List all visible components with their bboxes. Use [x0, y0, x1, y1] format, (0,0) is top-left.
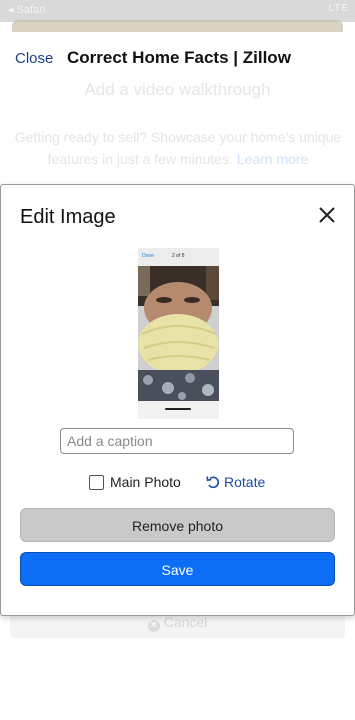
- sheet-header: Close Correct Home Facts | Zillow: [0, 32, 355, 86]
- background-heading: Add a video walkthrough: [84, 80, 271, 99]
- close-link[interactable]: Close: [15, 50, 53, 67]
- status-bar: ◂ Safari LTE: [0, 0, 355, 22]
- save-button[interactable]: Save: [20, 552, 335, 586]
- page-title: Correct Home Facts | Zillow: [67, 48, 291, 67]
- main-photo-checkbox[interactable]: [89, 474, 104, 490]
- rotate-label: Rotate: [224, 474, 266, 490]
- background-body: Getting ready to sell? Showcase your hom…: [8, 126, 348, 170]
- caption-input[interactable]: [60, 428, 294, 454]
- main-photo-option[interactable]: Main Photo: [89, 473, 181, 491]
- cancel-circle-icon: ✕: [147, 620, 160, 632]
- photo-bottombar: [138, 401, 219, 419]
- remove-photo-button[interactable]: Remove photo: [20, 508, 335, 542]
- learn-more-link: Learn more: [236, 151, 309, 167]
- back-to-safari[interactable]: ◂ Safari: [8, 3, 45, 16]
- background-cancel-label: Cancel: [163, 614, 208, 630]
- main-photo-label: Main Photo: [110, 474, 181, 490]
- close-icon[interactable]: [314, 202, 340, 228]
- modal-title: Edit Image: [20, 206, 116, 228]
- home-indicator: [165, 408, 191, 410]
- edit-image-modal: Edit Image Done 2 of 8 Add a caption Mai…: [0, 184, 355, 616]
- photo-image: [138, 248, 219, 419]
- network-indicator: LTE: [328, 3, 349, 14]
- rotate-left-icon: [206, 476, 219, 489]
- photo-done-label: Done: [142, 253, 154, 259]
- photo-topbar: Done 2 of 8: [138, 248, 219, 266]
- rotate-button[interactable]: Rotate: [206, 473, 265, 491]
- photo-thumbnail: Done 2 of 8: [138, 248, 219, 419]
- photo-counter: 2 of 8: [172, 253, 185, 259]
